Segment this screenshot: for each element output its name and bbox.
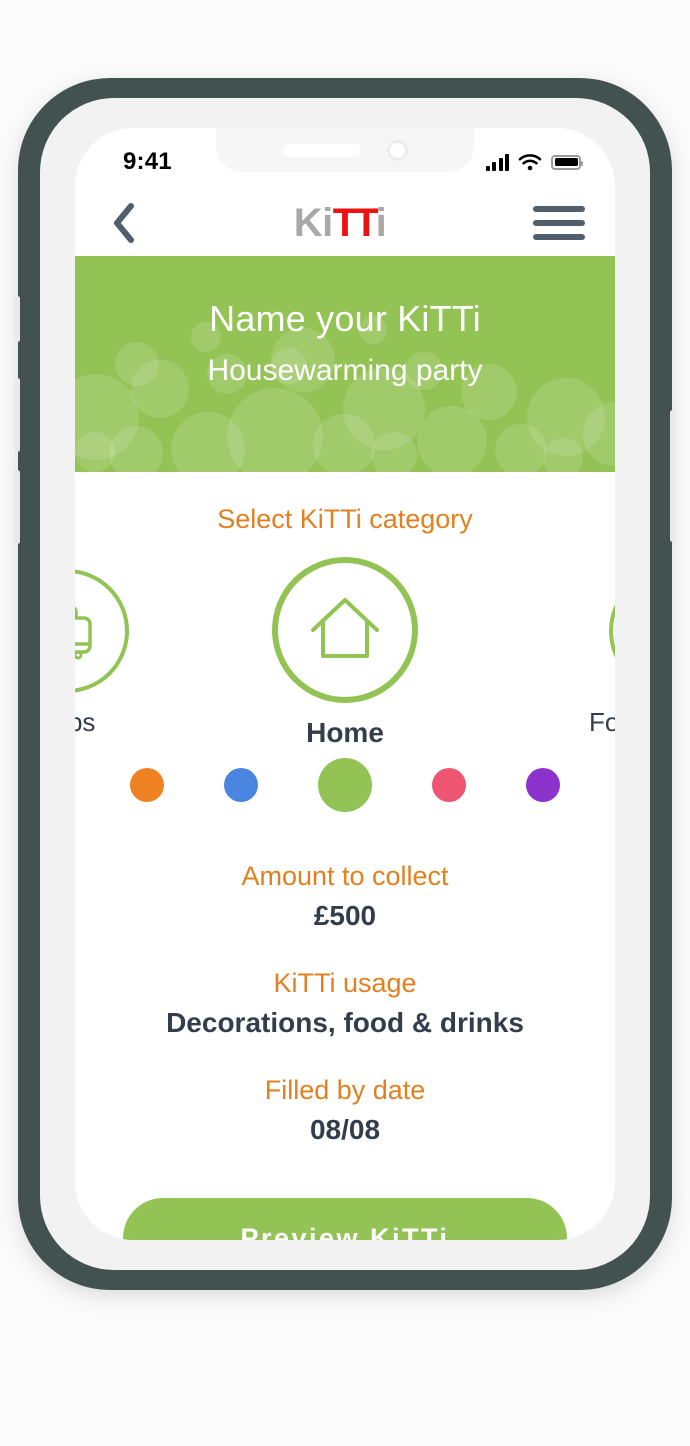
app-logo: Ki TT i bbox=[294, 203, 387, 243]
amount-block[interactable]: Amount to collect £500 bbox=[75, 861, 615, 932]
preview-kitti-button[interactable]: Preview KiTTi bbox=[123, 1198, 567, 1240]
suitcase-icon bbox=[75, 606, 92, 660]
signal-bars-icon bbox=[485, 153, 509, 171]
color-swatch-green[interactable] bbox=[318, 758, 372, 812]
category-item-trips[interactable]: Trips bbox=[75, 569, 129, 738]
chevron-left-icon bbox=[114, 203, 134, 243]
banner-subtitle: Housewarming party bbox=[207, 354, 483, 387]
usage-value: Decorations, food & drinks bbox=[166, 1007, 524, 1038]
category-circle-home bbox=[272, 557, 418, 703]
wifi-icon bbox=[518, 154, 542, 171]
status-time: 9:41 bbox=[123, 148, 172, 175]
color-swatch-blue[interactable] bbox=[224, 768, 258, 802]
category-label-trips: Trips bbox=[75, 707, 96, 737]
phone-frame: 9:41 Ki TT i Name your KiTTi Housewarmin… bbox=[15, 78, 675, 1290]
app-header: Ki TT i bbox=[75, 190, 615, 256]
status-bar: 9:41 bbox=[75, 128, 615, 190]
usage-block[interactable]: KiTTi usage Decorations, food & drinks bbox=[75, 968, 615, 1039]
category-circle-trips bbox=[75, 569, 129, 693]
battery-full-icon bbox=[551, 154, 583, 170]
category-item-home[interactable]: Home bbox=[272, 557, 418, 749]
logo-part-i: i bbox=[375, 201, 387, 245]
phone-screen: 9:41 Ki TT i Name your KiTTi Housewarmin… bbox=[75, 128, 615, 1240]
color-swatch-pink[interactable] bbox=[432, 768, 466, 802]
amount-value: £500 bbox=[313, 900, 377, 931]
logo-part-tt: TT bbox=[332, 201, 379, 245]
category-carousel[interactable]: Trips Home bbox=[75, 557, 615, 748]
volume-up-button[interactable] bbox=[15, 378, 20, 452]
mute-switch[interactable] bbox=[15, 296, 20, 342]
house-icon bbox=[311, 598, 379, 658]
color-swatch-purple[interactable] bbox=[526, 768, 560, 802]
category-section-label: Select KiTTi category bbox=[217, 504, 473, 534]
category-label-home: Home bbox=[306, 717, 384, 748]
kitti-name-banner: Name your KiTTi Housewarming party bbox=[75, 256, 615, 472]
back-button[interactable] bbox=[101, 200, 147, 246]
usage-label: KiTTi usage bbox=[273, 968, 417, 998]
category-section: Select KiTTi category ps Home Fo bbox=[75, 472, 615, 748]
date-label: Filled by date bbox=[264, 1075, 426, 1105]
category-circle-food bbox=[609, 569, 615, 693]
date-value: 08/08 bbox=[309, 1114, 381, 1145]
logo-part-ki: Ki bbox=[293, 201, 334, 245]
category-label-food: Food & Drinks bbox=[589, 707, 615, 737]
amount-label: Amount to collect bbox=[241, 861, 449, 891]
hamburger-menu-icon[interactable] bbox=[533, 202, 585, 244]
status-icons bbox=[485, 153, 583, 171]
color-swatch-orange[interactable] bbox=[130, 768, 164, 802]
volume-down-button[interactable] bbox=[15, 470, 20, 544]
power-button[interactable] bbox=[670, 410, 675, 542]
date-block[interactable]: Filled by date 08/08 bbox=[75, 1075, 615, 1146]
cta-wrapper: Preview KiTTi bbox=[75, 1198, 615, 1240]
phone-bezel: 9:41 Ki TT i Name your KiTTi Housewarmin… bbox=[40, 98, 650, 1270]
category-item-food[interactable]: Food & Drinks bbox=[589, 569, 615, 738]
color-swatch-row[interactable] bbox=[75, 753, 615, 817]
banner-title: Name your KiTTi bbox=[209, 298, 481, 339]
